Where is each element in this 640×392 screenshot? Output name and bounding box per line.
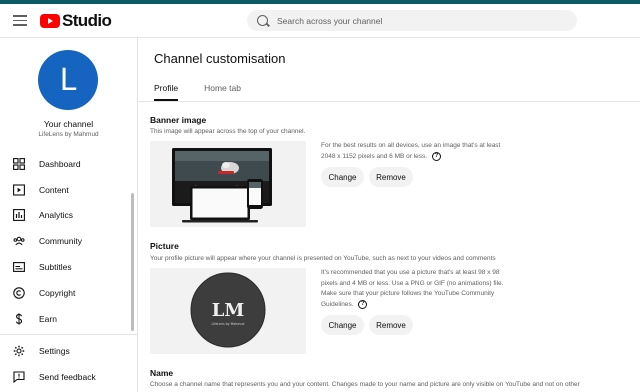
youtube-play-icon [40, 14, 60, 28]
picture-preview: LM LifeLens by Mahmud [150, 268, 306, 354]
tab-profile[interactable]: Profile [154, 75, 179, 101]
name-section-desc: Choose a channel name that represents yo… [150, 381, 580, 388]
feedback-icon [13, 371, 25, 383]
community-icon [13, 236, 25, 246]
main-content: Channel customisation Profile Home tab B… [138, 38, 640, 392]
sidebar-item-label: Subtitles [39, 262, 72, 273]
sidebar-item-label: Earn [39, 313, 57, 324]
banner-info-text: For the best results on all devices, use… [321, 142, 501, 160]
banner-devices-illustration [172, 148, 272, 223]
picture-section-desc: Your profile picture will appear where y… [150, 255, 496, 262]
page-title: Channel customisation [154, 51, 286, 66]
sidebar-bottom-nav: Settings Send feedback [0, 338, 137, 390]
search-bar [247, 10, 577, 31]
sidebar-item-label: Content [39, 184, 69, 195]
sidebar-item-label: Community [39, 236, 82, 247]
logo-text: Studio [62, 11, 112, 30]
sidebar-item-analytics[interactable]: Analytics [0, 203, 137, 229]
channel-handle: LifeLens by Mahmud [38, 131, 99, 138]
sidebar-item-label: Dashboard [39, 158, 81, 169]
picture-info: It's recommended that you use a picture … [321, 268, 511, 310]
content-icon [13, 184, 25, 196]
picture-info-text: It's recommended that you use a picture … [321, 269, 504, 308]
header: Studio [0, 4, 640, 38]
copyright-icon [13, 287, 25, 299]
sidebar: L Your channel LifeLens by Mahmud Dashbo… [0, 38, 138, 392]
help-icon[interactable]: ? [431, 151, 441, 161]
earn-icon [15, 312, 23, 325]
name-section-title: Name [150, 368, 174, 378]
sidebar-item-copyright[interactable]: Copyright [0, 280, 137, 306]
tab-bar: Profile Home tab [154, 75, 267, 101]
sidebar-item-earn[interactable]: Earn [0, 306, 137, 332]
banner-section-desc: This image will appear across the top of… [150, 128, 306, 135]
sidebar-scrollbar[interactable] [131, 193, 134, 331]
picture-change-button[interactable]: Change [321, 315, 364, 335]
banner-change-button[interactable]: Change [321, 167, 364, 187]
search-icon[interactable] [257, 15, 268, 26]
search-input[interactable] [277, 15, 557, 26]
sidebar-item-dashboard[interactable]: Dashboard [0, 151, 137, 177]
menu-icon[interactable] [13, 15, 27, 26]
sidebar-item-community[interactable]: Community [0, 228, 137, 254]
tab-divider [138, 101, 640, 102]
sidebar-item-label: Settings [39, 345, 70, 356]
sidebar-item-subtitles[interactable]: Subtitles [0, 254, 137, 280]
subtitles-icon [13, 262, 25, 273]
picture-section-title: Picture [150, 241, 179, 251]
profile-logo-caption: LifeLens by Mahmud [212, 322, 245, 326]
sidebar-nav: Dashboard Content Analytics Community Su… [0, 151, 137, 332]
sidebar-item-label: Copyright [39, 287, 76, 298]
sidebar-item-label: Send feedback [39, 371, 96, 382]
tab-home[interactable]: Home tab [204, 75, 241, 101]
studio-logo[interactable]: Studio [40, 11, 112, 31]
banner-remove-button[interactable]: Remove [369, 167, 413, 187]
sidebar-item-content[interactable]: Content [0, 177, 137, 203]
sidebar-item-label: Analytics [39, 210, 74, 221]
channel-avatar[interactable]: L [38, 50, 98, 110]
gear-icon [13, 345, 25, 357]
banner-preview [150, 141, 306, 227]
picture-remove-button[interactable]: Remove [369, 315, 413, 335]
banner-info: For the best results on all devices, use… [321, 141, 511, 162]
banner-section-title: Banner image [150, 115, 207, 125]
profile-picture-illustration: LM LifeLens by Mahmud [190, 272, 266, 348]
analytics-icon [13, 209, 25, 222]
help-icon[interactable]: ? [358, 299, 368, 309]
sidebar-item-send-feedback[interactable]: Send feedback [0, 364, 137, 390]
sidebar-divider [0, 334, 137, 335]
profile-logo-text: LM [212, 300, 245, 321]
dashboard-icon [13, 157, 25, 170]
sidebar-item-settings[interactable]: Settings [0, 338, 137, 364]
channel-title: Your channel [43, 119, 94, 129]
